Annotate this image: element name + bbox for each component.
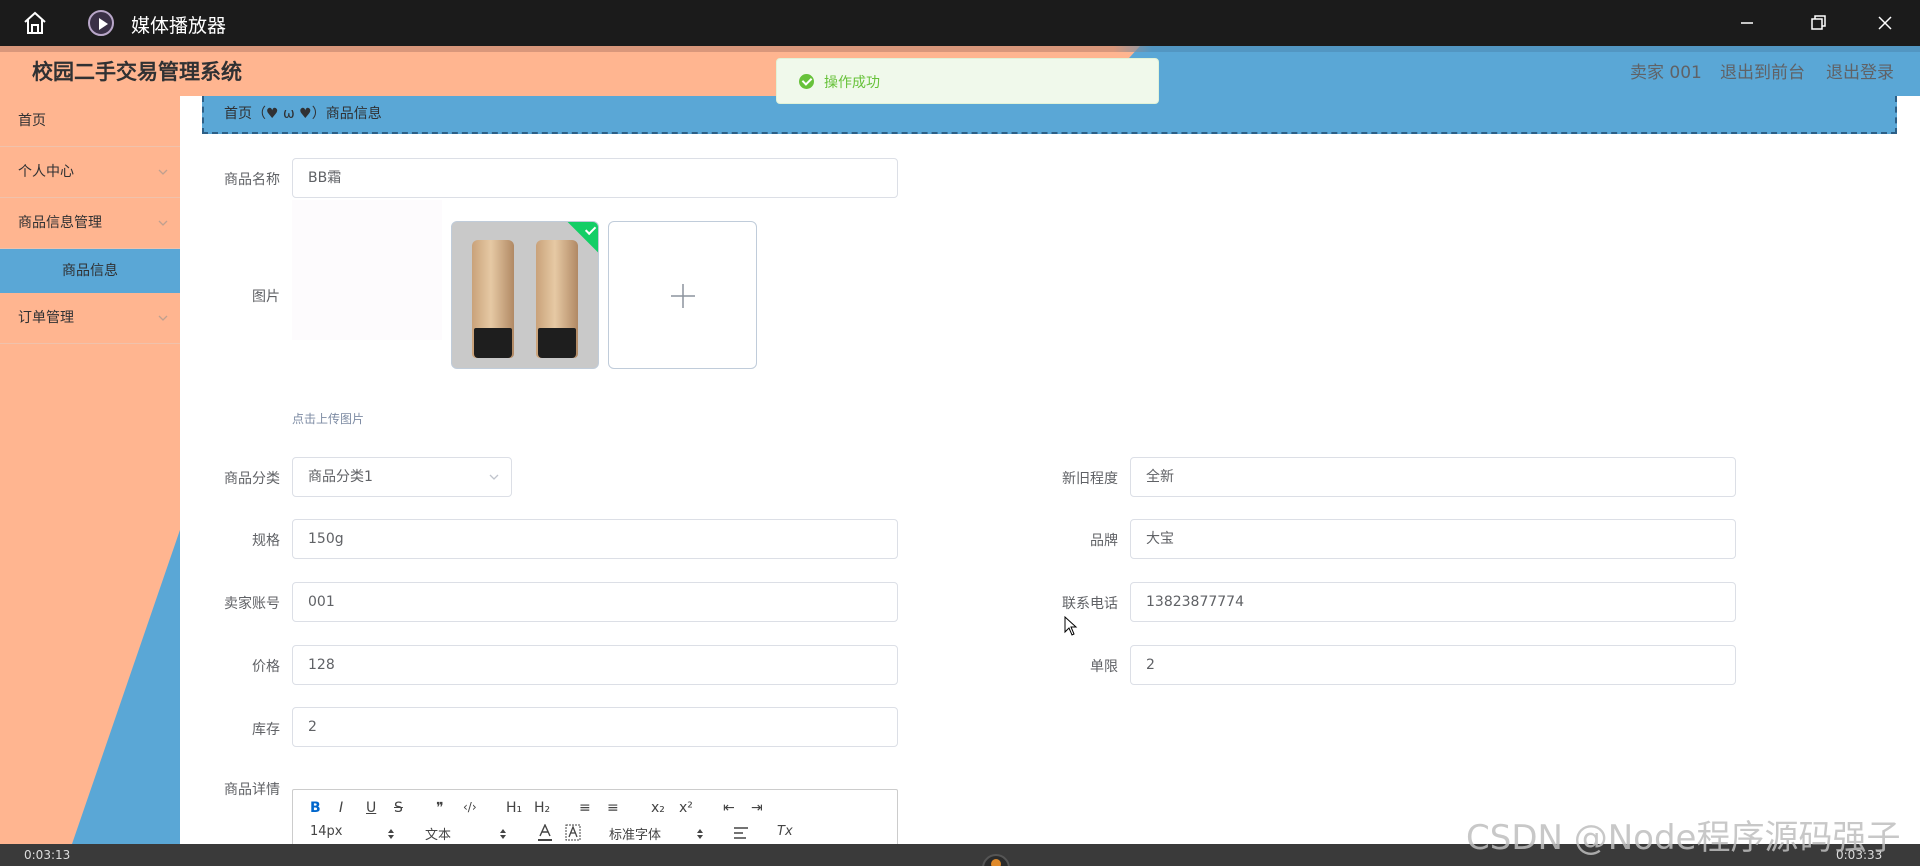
italic-button[interactable]: I bbox=[339, 800, 343, 816]
product-name-input[interactable]: BB霜 bbox=[292, 158, 898, 198]
name-label: 商品名称 bbox=[224, 172, 280, 188]
seller-account-label: 卖家账号 bbox=[224, 596, 280, 612]
font-family-select[interactable]: 标准字体 bbox=[609, 824, 661, 843]
success-toast: 操作成功 bbox=[776, 58, 1159, 104]
strike-button[interactable]: S bbox=[394, 800, 403, 816]
exit-to-front-link[interactable]: 退出到前台 bbox=[1720, 58, 1805, 83]
image-upload-button[interactable] bbox=[608, 221, 757, 369]
success-check-icon bbox=[799, 74, 814, 89]
price-input[interactable]: 128 bbox=[292, 645, 898, 685]
superscript-button[interactable]: x² bbox=[679, 800, 693, 816]
sidebar-item-home[interactable]: 首页 bbox=[0, 96, 180, 147]
clear-format-button[interactable]: Tx bbox=[777, 824, 793, 839]
restore-icon[interactable] bbox=[1782, 0, 1852, 46]
condition-label: 新旧程度 bbox=[1062, 471, 1118, 487]
phone-input[interactable]: 13823877774 bbox=[1130, 582, 1736, 622]
price-label: 价格 bbox=[252, 659, 280, 675]
sidebar-item-personal-center[interactable]: 个人中心 bbox=[0, 147, 180, 198]
seller-account-input[interactable]: 001 bbox=[292, 582, 898, 622]
category-select[interactable]: 商品分类1 bbox=[292, 457, 512, 497]
font-size-select[interactable]: 14px bbox=[310, 824, 343, 839]
close-icon[interactable] bbox=[1850, 0, 1920, 46]
stock-label: 库存 bbox=[252, 722, 280, 738]
outdent-button[interactable]: ⇤ bbox=[723, 800, 735, 816]
ordered-list-button[interactable]: ≡ bbox=[579, 800, 591, 816]
bullet-list-button[interactable]: ≡ bbox=[607, 800, 619, 816]
sidebar-item-order-management[interactable]: 订单管理 bbox=[0, 293, 180, 344]
toast-message: 操作成功 bbox=[824, 75, 880, 91]
plus-icon bbox=[671, 284, 695, 308]
uploaded-image-thumbnail[interactable] bbox=[451, 221, 599, 369]
window-title: 媒体播放器 bbox=[131, 15, 227, 37]
chevron-down-icon bbox=[158, 220, 168, 226]
condition-input[interactable]: 全新 bbox=[1130, 457, 1736, 497]
subscript-button[interactable]: x₂ bbox=[651, 800, 665, 816]
sidebar-item-label: 商品信息管理 bbox=[18, 215, 102, 231]
limit-input[interactable]: 2 bbox=[1130, 645, 1736, 685]
brand-label: 品牌 bbox=[1090, 533, 1118, 549]
sidebar-item-product-management[interactable]: 商品信息管理 bbox=[0, 198, 180, 249]
image-drag-ghost bbox=[292, 200, 442, 340]
phone-label: 联系电话 bbox=[1062, 596, 1118, 612]
bold-button[interactable]: B bbox=[310, 800, 321, 816]
detail-label: 商品详情 bbox=[224, 782, 280, 798]
sidebar-item-label: 商品信息 bbox=[62, 263, 118, 279]
sidebar: 首页 个人中心 商品信息管理 商品信息 订单管理 bbox=[0, 96, 180, 844]
sidebar-item-label: 订单管理 bbox=[18, 310, 74, 326]
elapsed-time: 0:03:13 bbox=[24, 848, 71, 862]
chevron-down-icon bbox=[158, 315, 168, 321]
heading1-button[interactable]: H₁ bbox=[506, 800, 522, 816]
blockquote-button[interactable]: ❞ bbox=[436, 800, 444, 816]
spec-input[interactable]: 150g bbox=[292, 519, 898, 559]
indent-button[interactable]: ⇥ bbox=[751, 800, 763, 816]
font-color-icon[interactable] bbox=[537, 824, 553, 842]
stock-input[interactable]: 2 bbox=[292, 707, 898, 747]
underline-button[interactable]: U bbox=[366, 800, 376, 816]
upload-tip: 点击上传图片 bbox=[292, 412, 365, 426]
window-titlebar: 媒体播放器 bbox=[0, 0, 1920, 46]
minimize-icon[interactable] bbox=[1712, 0, 1782, 46]
align-icon[interactable] bbox=[733, 826, 749, 840]
category-value: 商品分类1 bbox=[308, 469, 373, 485]
limit-label: 单限 bbox=[1090, 659, 1118, 675]
sidebar-item-label: 首页 bbox=[18, 113, 46, 129]
logout-link[interactable]: 退出登录 bbox=[1826, 58, 1894, 83]
home-icon[interactable] bbox=[22, 10, 48, 36]
brand-input[interactable]: 大宝 bbox=[1130, 519, 1736, 559]
play-progress-knob[interactable] bbox=[982, 854, 1010, 866]
select-updown-icon bbox=[388, 829, 394, 839]
sidebar-item-label: 个人中心 bbox=[18, 164, 74, 180]
background-color-icon[interactable] bbox=[565, 824, 581, 842]
select-updown-icon bbox=[500, 829, 506, 839]
header-type-select[interactable]: 文本 bbox=[425, 824, 451, 843]
watermark: CSDN @Node程序源码强子 bbox=[1466, 818, 1901, 858]
breadcrumb-text[interactable]: 首页（♥ ω ♥）商品信息 bbox=[224, 103, 382, 123]
code-block-button[interactable]: ‹/› bbox=[463, 800, 477, 814]
image-label: 图片 bbox=[252, 289, 280, 305]
chevron-down-icon bbox=[489, 474, 499, 480]
heading2-button[interactable]: H₂ bbox=[534, 800, 550, 816]
system-title: 校园二手交易管理系统 bbox=[32, 60, 242, 84]
current-user: 卖家 001 bbox=[1630, 63, 1702, 83]
spec-label: 规格 bbox=[252, 533, 280, 549]
mouse-cursor-icon bbox=[1064, 616, 1078, 636]
category-label: 商品分类 bbox=[224, 471, 280, 487]
sidebar-item-product-info[interactable]: 商品信息 bbox=[0, 249, 180, 293]
media-player-icon bbox=[88, 10, 114, 36]
select-updown-icon bbox=[697, 829, 703, 839]
